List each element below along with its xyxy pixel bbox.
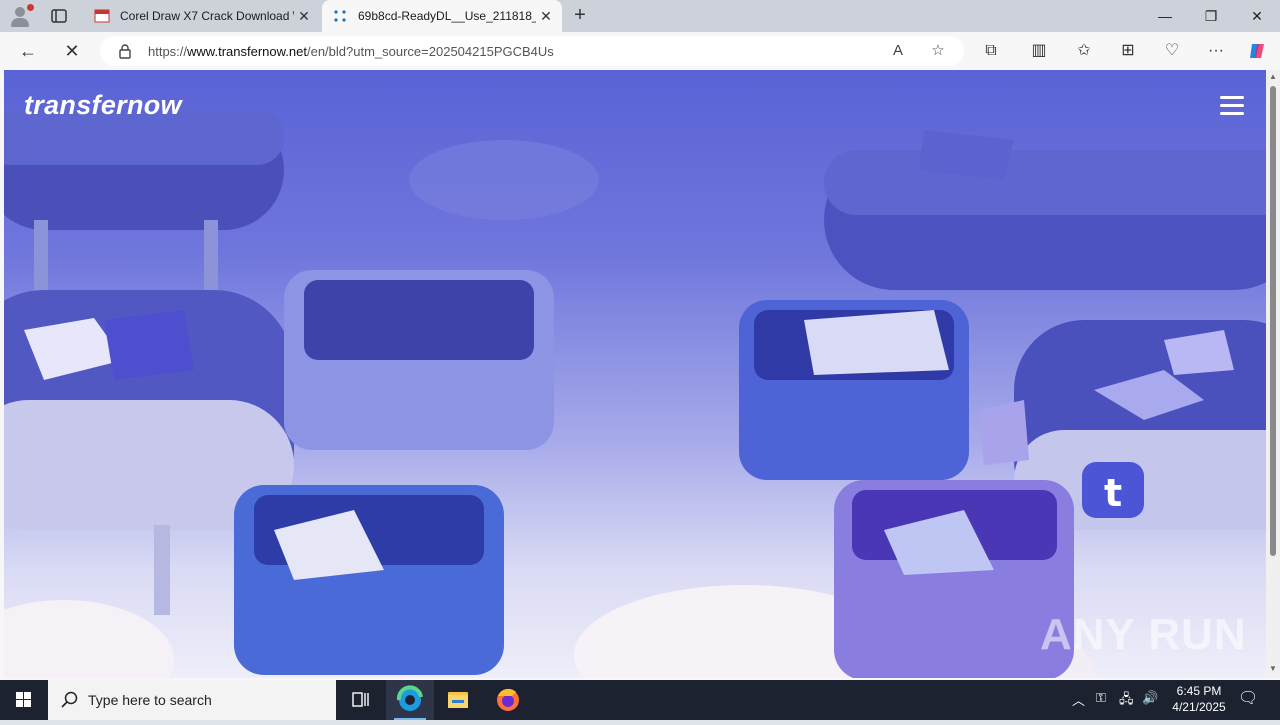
browser-essentials-icon[interactable]: ♡ (1158, 38, 1186, 64)
tab-strip: Corel Draw X7 Crack Download With ✕ 69b8… (0, 0, 1280, 32)
split-screen-icon[interactable]: ▥ (1025, 38, 1053, 64)
task-view-icon[interactable] (336, 680, 384, 720)
collections-icon[interactable]: ⊞ (1114, 38, 1142, 64)
hamburger-menu-icon[interactable] (1220, 96, 1246, 116)
svg-text:t: t (1104, 471, 1122, 515)
file-explorer-icon[interactable] (434, 680, 482, 720)
scrollbar-thumb[interactable] (1270, 86, 1276, 556)
close-tab-icon[interactable]: ✕ (536, 8, 556, 25)
favorite-star-icon[interactable]: ☆ (928, 41, 948, 61)
page-hero: t transfernow ANY RUN (4, 70, 1266, 678)
volume-icon[interactable]: 🔊 (1142, 690, 1158, 706)
profile-avatar-icon[interactable] (8, 4, 34, 28)
scroll-down-arrow-icon[interactable]: ▼ (1268, 664, 1278, 673)
edge-browser-icon[interactable] (386, 680, 434, 720)
taskbar-search-box[interactable]: Type here to search (48, 680, 336, 720)
tab-transfernow[interactable]: 69b8cd-ReadyDL__Use_211818_A ✕ (322, 0, 562, 32)
transfernow-logo[interactable]: transfernow (24, 90, 182, 121)
start-button[interactable] (0, 680, 48, 720)
page-scrollbar[interactable]: ▲ ▼ (1266, 70, 1280, 678)
browser-window: Corel Draw X7 Crack Download With ✕ 69b8… (0, 0, 1280, 680)
url-text[interactable]: https://www.transfernow.net/en/bld?utm_s… (148, 44, 554, 59)
restore-button[interactable]: ❐ (1188, 0, 1234, 32)
back-arrow-icon[interactable]: ← (14, 38, 42, 64)
search-icon (61, 691, 78, 708)
tab-title: 69b8cd-ReadyDL__Use_211818_A (358, 9, 536, 23)
copilot-icon[interactable] (1244, 38, 1272, 64)
notifications-icon[interactable]: 🗨 (1238, 688, 1258, 708)
system-clock[interactable]: 6:45 PM 4/21/2025 (1160, 683, 1238, 715)
pdf-favicon-icon (94, 9, 110, 23)
loading-spinner-icon (334, 10, 346, 22)
close-window-button[interactable]: ✕ (1234, 0, 1280, 32)
extensions-icon[interactable]: ⧉ (977, 38, 1005, 64)
firefox-icon[interactable] (484, 680, 532, 720)
security-tray-icon[interactable]: ⚿ (1096, 690, 1106, 706)
minimize-button[interactable]: — (1142, 0, 1188, 32)
new-tab-button[interactable]: + (568, 4, 592, 28)
windows-logo-icon (16, 692, 31, 707)
tab-actions-icon[interactable] (50, 8, 68, 24)
favorites-icon[interactable]: ✩ (1070, 38, 1098, 64)
tab-corel-draw[interactable]: Corel Draw X7 Crack Download With ✕ (84, 0, 320, 32)
anyrun-watermark: ANY RUN (1040, 610, 1247, 659)
more-menu-icon[interactable]: ··· (1202, 38, 1230, 64)
read-aloud-icon[interactable]: A (888, 41, 908, 61)
clock-time: 6:45 PM (1176, 684, 1222, 698)
close-tab-icon[interactable]: ✕ (294, 8, 314, 25)
navigation-bar: ← ✕ https://www.transfernow.net/en/bld?u… (0, 32, 1280, 70)
stop-loading-icon[interactable]: ✕ (58, 38, 86, 64)
network-icon[interactable]: 🖧 (1119, 690, 1134, 712)
show-hidden-icons-chevron-icon[interactable]: ︿ (1072, 690, 1085, 709)
scroll-up-arrow-icon[interactable]: ▲ (1268, 72, 1278, 81)
lock-icon[interactable] (118, 43, 132, 59)
address-bar[interactable]: https://www.transfernow.net/en/bld?utm_s… (100, 36, 964, 66)
clock-date: 4/21/2025 (1172, 700, 1226, 714)
hero-illustration: t (4, 110, 1266, 678)
tab-title: Corel Draw X7 Crack Download With (120, 9, 294, 23)
windows-taskbar: Type here to search ︿ ⚿ 🖧 🔊 6:45 PM 4/21… (0, 680, 1280, 720)
search-placeholder: Type here to search (88, 692, 212, 708)
